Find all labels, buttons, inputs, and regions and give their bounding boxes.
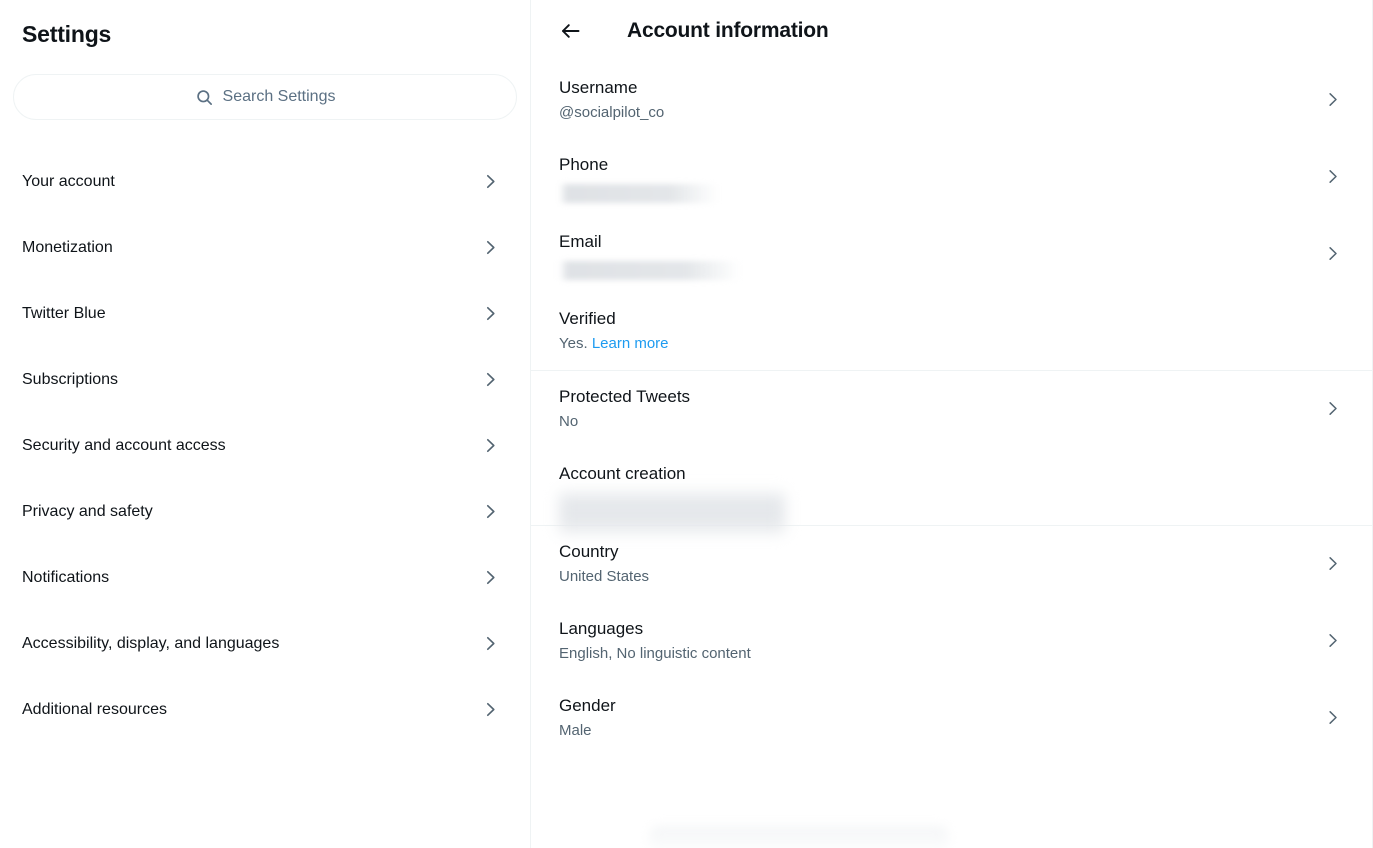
chevron-right-icon [481,502,500,521]
chevron-right-icon [481,304,500,323]
chevron-right-icon [481,238,500,257]
row-languages[interactable]: Languages English, No linguistic content [531,603,1372,680]
chevron-right-icon [1323,90,1342,109]
sidebar-item-label: Accessibility, display, and languages [22,634,280,652]
chevron-right-icon [1323,244,1342,263]
sidebar-item-monetization[interactable]: Monetization [0,214,530,280]
chevron-right-icon [481,436,500,455]
panel-title: Account information [627,19,829,42]
redacted-phone-value: +1 000 000 0000 [559,179,719,203]
row-label: Account creation [559,464,686,483]
search-icon [195,88,214,107]
sidebar-item-privacy-and-safety[interactable]: Privacy and safety [0,478,530,544]
chevron-right-icon [481,172,500,191]
row-account-creation: Account creation Mar 00, 0000, 00:00:00 … [531,448,1372,536]
chevron-right-icon [481,370,500,389]
row-texts: Country United States [559,540,649,587]
row-verified: Verified Yes. Learn more [531,293,1372,370]
row-label: Phone [559,155,609,174]
row-label: Verified [559,309,616,328]
sidebar-item-label: Security and account access [22,436,226,454]
row-texts: Gender Male [559,694,616,741]
search-container: Search Settings [0,48,530,120]
search-input[interactable]: Search Settings [13,74,517,120]
chevron-right-icon [1323,399,1342,418]
row-texts: Verified Yes. Learn more [559,307,669,354]
chevron-right-icon [481,634,500,653]
row-label: Username [559,78,638,97]
sidebar-item-label: Subscriptions [22,370,119,388]
sidebar-item-accessibility-display-and-languages[interactable]: Accessibility, display, and languages [0,610,530,676]
redaction-blur [559,490,785,536]
sidebar-item-label: Additional resources [22,700,167,718]
chevron-right-icon [1323,631,1342,650]
chevron-right-icon [481,700,500,719]
row-label: Languages [559,619,644,638]
verified-status-text: Yes. [559,335,588,352]
redacted-email-value: hidden@example.com [559,256,741,280]
sidebar-item-notifications[interactable]: Notifications [0,544,530,610]
sidebar-item-label: Twitter Blue [22,304,106,322]
row-value: United States [559,568,650,585]
panel-header: Account information [531,0,1372,62]
row-texts: Username @socialpilot_co [559,76,664,123]
redaction-blur [559,184,719,203]
settings-sidebar: Settings Search Settings Your account Mo… [0,0,531,848]
redacted-account-creation-value: Mar 00, 0000, 00:00:00 PM [559,488,785,536]
sidebar-item-twitter-blue[interactable]: Twitter Blue [0,280,530,346]
back-button[interactable] [553,13,589,49]
row-phone[interactable]: Phone +1 000 000 0000 [531,139,1372,216]
row-texts: Phone +1 000 000 0000 [559,153,719,203]
redaction-blur [559,261,741,280]
row-value: No [559,413,579,430]
row-gender[interactable]: Gender Male [531,680,1372,757]
learn-more-link[interactable]: Learn more [592,335,669,352]
sidebar-item-additional-resources[interactable]: Additional resources [0,676,530,742]
sidebar-item-label: Your account [22,172,115,190]
row-label: Email [559,232,602,251]
chevron-right-icon [1323,167,1342,186]
row-texts: Account creation Mar 00, 0000, 00:00:00 … [559,462,785,536]
sidebar-item-subscriptions[interactable]: Subscriptions [0,346,530,412]
row-country[interactable]: Country United States [531,526,1372,603]
page-title: Settings [22,21,112,47]
search-placeholder: Search Settings [222,88,336,105]
row-texts: Protected Tweets No [559,385,690,432]
row-label: Country [559,542,619,561]
chevron-right-icon [481,568,500,587]
row-value: Yes. Learn more [559,333,669,354]
row-protected-tweets[interactable]: Protected Tweets No [531,371,1372,448]
row-label: Protected Tweets [559,387,691,406]
sidebar-item-label: Monetization [22,238,113,256]
row-value: English, No linguistic content [559,645,751,662]
row-label: Gender [559,696,616,715]
arrow-left-icon [560,20,582,42]
row-value: @socialpilot_co [559,104,665,121]
row-username[interactable]: Username @socialpilot_co [531,62,1372,139]
sidebar-item-security-and-account-access[interactable]: Security and account access [0,412,530,478]
account-info-rows: Username @socialpilot_co Phone +1 000 00… [531,62,1372,757]
sidebar-item-label: Notifications [22,568,110,586]
chevron-right-icon [1323,708,1342,727]
settings-nav-list: Your account Monetization Twitter Blue S… [0,148,530,742]
row-value: Male [559,722,592,739]
chevron-right-icon [1323,554,1342,573]
row-texts: Email hidden@example.com [559,230,741,280]
row-texts: Languages English, No linguistic content [559,617,751,664]
page-bottom-fade [649,826,949,848]
sidebar-item-your-account[interactable]: Your account [0,148,530,214]
sidebar-item-label: Privacy and safety [22,502,153,520]
row-email[interactable]: Email hidden@example.com [531,216,1372,293]
settings-screen: Settings Search Settings Your account Mo… [0,0,1373,848]
account-information-panel: Account information Username @socialpilo… [531,0,1373,848]
